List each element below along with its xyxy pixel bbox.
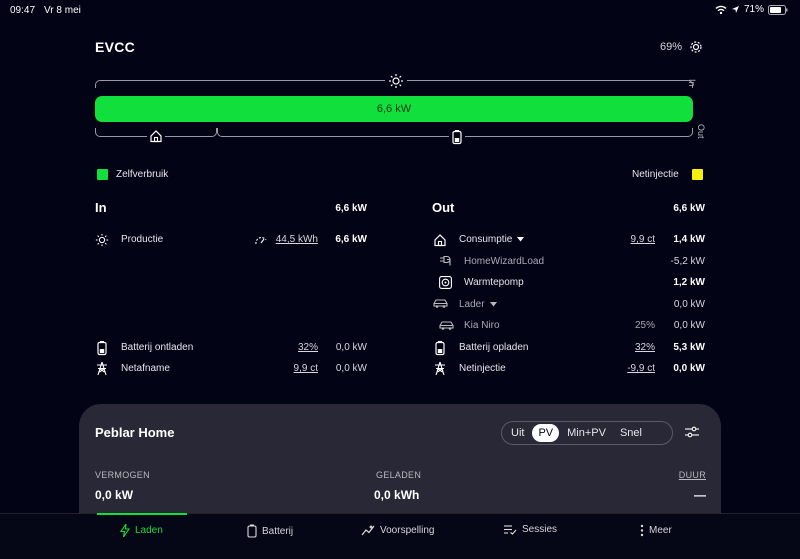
legend-grid-feed-in: Netinjectie <box>632 169 679 180</box>
nav-charging-tab[interactable]: Laden <box>120 524 163 537</box>
status-battery-icon <box>768 4 788 15</box>
grid-import-label: Netafname <box>121 363 170 374</box>
consumption-price-link[interactable]: 9,9 ct <box>605 234 655 245</box>
car-icon <box>433 298 448 309</box>
nav-forecast-tab[interactable]: Voorspelling <box>361 524 434 536</box>
grid-export-power: 0,0 kW <box>673 363 705 374</box>
charged-value: 0,0 kWh <box>374 488 420 502</box>
vehicle-power: 0,0 kW <box>673 320 705 331</box>
in-section-total: 6,6 kW <box>335 203 367 214</box>
charger-label: Lader <box>459 299 485 310</box>
grid-export-price-link[interactable]: -9,9 ct <box>600 363 655 374</box>
settings-gear-icon[interactable] <box>688 39 704 55</box>
production-energy-link[interactable]: 44,5 kWh <box>268 234 318 245</box>
nav-active-indicator <box>97 513 187 515</box>
power-value: 0,0 kW <box>95 488 134 502</box>
grid-feed-in-swatch <box>692 169 703 180</box>
more-icon <box>640 524 644 537</box>
battery-discharge-soc-link[interactable]: 32% <box>270 342 318 353</box>
battery-icon <box>434 340 446 356</box>
status-time: 09:47 <box>10 5 36 16</box>
mode-fast-button[interactable]: Snel <box>614 424 648 442</box>
production-label: Productie <box>121 234 164 245</box>
duration-label[interactable]: DUUR <box>655 470 706 480</box>
grid-import-price-link[interactable]: 9,9 ct <box>270 363 318 374</box>
nav-sessions-label: Sessies <box>522 524 558 535</box>
loadpoint-title: Peblar Home <box>95 425 175 440</box>
vehicle-soc: 25% <box>634 320 655 331</box>
duration-value: — <box>694 488 706 502</box>
wifi-icon <box>715 5 727 15</box>
legend-self-consumption: Zelfverbruik <box>116 169 169 180</box>
app-title: EVCC <box>95 39 136 55</box>
forecast-gauge-icon <box>254 234 268 246</box>
out-section-total: 6,6 kW <box>673 203 705 214</box>
battery-icon <box>247 524 257 538</box>
battery-discharge-power: 0,0 kW <box>335 342 367 353</box>
nav-battery-label: Batterij <box>262 525 294 537</box>
house-icon <box>433 233 447 247</box>
homewizard-label: HomeWizardLoad <box>464 256 545 267</box>
consumption-label: Consumptie <box>459 234 513 245</box>
caret-down-icon <box>489 302 497 307</box>
nav-charging-label: Laden <box>135 525 163 536</box>
charger-power: 0,0 kW <box>673 299 705 310</box>
nav-more-tab[interactable]: Meer <box>640 524 672 537</box>
nav-more-label: Meer <box>649 525 672 536</box>
charged-label: GELADEN <box>376 470 422 480</box>
battery-icon <box>96 340 108 356</box>
flow-out-label: Out <box>696 124 706 139</box>
status-bar: 09:47 Vr 8 mei 71% <box>0 0 800 22</box>
battery-charge-soc-link[interactable]: 32% <box>607 342 655 353</box>
list-check-icon <box>503 524 517 535</box>
in-section-title: In <box>95 200 107 215</box>
location-icon <box>731 5 740 14</box>
caret-down-icon <box>517 237 525 242</box>
consumption-toggle[interactable]: Consumptie <box>459 234 525 245</box>
out-section-title: Out <box>432 200 455 215</box>
heatpump-icon <box>439 276 452 289</box>
loadpoint-settings-icon[interactable] <box>684 425 700 439</box>
nav-forecast-label: Voorspelling <box>380 524 435 536</box>
battery-icon <box>449 129 465 145</box>
self-consumption-swatch <box>97 169 108 180</box>
battery-charge-power: 5,3 kW <box>673 342 705 353</box>
heatpump-power: 1,2 kW <box>673 277 705 288</box>
consumption-power: 1,4 kW <box>673 234 705 245</box>
mode-off-button[interactable]: Uit <box>505 424 530 442</box>
house-icon <box>147 129 165 143</box>
car-icon <box>439 320 454 331</box>
power-flow-bar: 6,6 kW <box>95 96 693 122</box>
charge-mode-selector[interactable]: Uit PV Min+PV Snel <box>501 421 673 445</box>
battery-charge-label: Batterij opladen <box>459 342 529 353</box>
charger-toggle[interactable]: Lader <box>459 299 497 310</box>
grid-tower-icon <box>95 361 109 376</box>
heatpump-label: Warmtepomp <box>464 277 524 288</box>
grid-tower-icon <box>433 361 447 376</box>
homewizard-power: -5,2 kW <box>670 256 705 267</box>
plug-icon <box>439 255 453 267</box>
nav-sessions-tab[interactable]: Sessies <box>503 524 557 535</box>
grid-import-power: 0,0 kW <box>335 363 367 374</box>
sun-icon <box>95 233 109 247</box>
grid-export-label: Netinjectie <box>459 363 506 374</box>
vehicle-label: Kia Niro <box>464 320 500 331</box>
home-battery-soc: 69% <box>660 41 683 53</box>
forecast-icon <box>361 524 375 536</box>
battery-discharge-label: Batterij ontladen <box>121 342 194 353</box>
flow-in-label: In <box>687 79 697 87</box>
status-date: Vr 8 mei <box>44 5 81 16</box>
sun-icon <box>385 73 407 89</box>
mode-minpv-button[interactable]: Min+PV <box>561 424 612 442</box>
mode-pv-button[interactable]: PV <box>532 424 560 442</box>
bolt-icon <box>120 524 130 537</box>
power-label: VERMOGEN <box>95 470 150 480</box>
nav-battery-tab[interactable]: Batterij <box>247 524 293 538</box>
status-battery-text: 71% <box>743 4 764 15</box>
production-power: 6,6 kW <box>335 234 367 245</box>
